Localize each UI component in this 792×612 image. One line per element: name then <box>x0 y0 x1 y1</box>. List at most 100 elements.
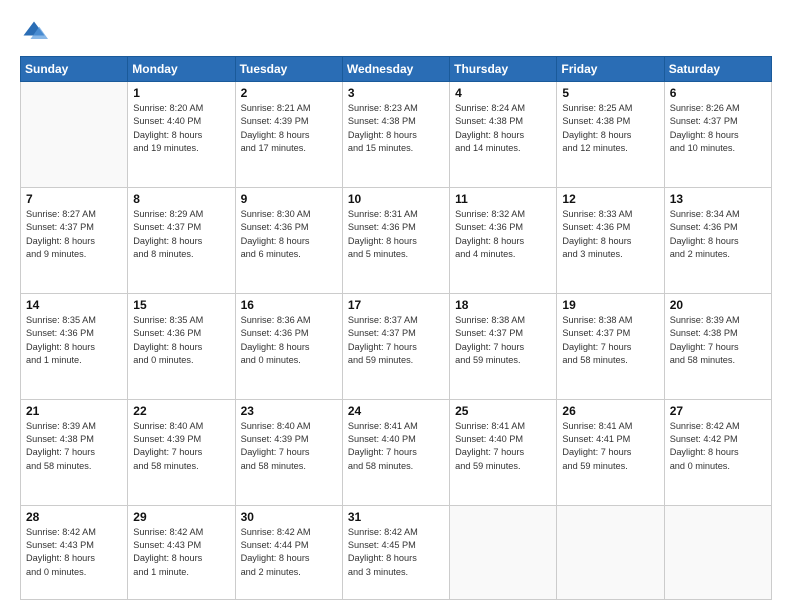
calendar-cell: 5Sunrise: 8:25 AM Sunset: 4:38 PM Daylig… <box>557 82 664 188</box>
day-number: 10 <box>348 192 444 206</box>
header <box>20 18 772 46</box>
day-info: Sunrise: 8:38 AM Sunset: 4:37 PM Dayligh… <box>562 314 658 367</box>
day-number: 5 <box>562 86 658 100</box>
day-info: Sunrise: 8:33 AM Sunset: 4:36 PM Dayligh… <box>562 208 658 261</box>
day-info: Sunrise: 8:40 AM Sunset: 4:39 PM Dayligh… <box>241 420 337 473</box>
day-info: Sunrise: 8:29 AM Sunset: 4:37 PM Dayligh… <box>133 208 229 261</box>
day-number: 9 <box>241 192 337 206</box>
day-number: 8 <box>133 192 229 206</box>
day-number: 29 <box>133 510 229 524</box>
calendar-cell: 19 Sunrise: 8:38 AM Sunset: 4:37 PM Dayli… <box>557 293 664 399</box>
day-info: Sunrise: 8:41 AM Sunset: 4:41 PM Dayligh… <box>562 420 658 473</box>
day-number: 13 <box>670 192 766 206</box>
calendar-cell: 11 Sunrise: 8:32 AM Sunset: 4:36 PM Dayli… <box>450 187 557 293</box>
day-number: 3 <box>348 86 444 100</box>
day-info: Sunrise: 8:38 AM Sunset: 4:37 PM Dayligh… <box>455 314 551 367</box>
day-info: Sunrise: 8:40 AM Sunset: 4:39 PM Dayligh… <box>133 420 229 473</box>
day-number: 25 <box>455 404 551 418</box>
day-number: 17 <box>348 298 444 312</box>
logo <box>20 18 52 46</box>
calendar-cell <box>557 505 664 599</box>
calendar-cell: 20Sunrise: 8:39 AM Sunset: 4:38 PM Dayli… <box>664 293 771 399</box>
day-info: Sunrise: 8:39 AM Sunset: 4:38 PM Dayligh… <box>26 420 122 473</box>
calendar-cell: 6 Sunrise: 8:26 AM Sunset: 4:37 PM Daylig… <box>664 82 771 188</box>
day-info: Sunrise: 8:39 AM Sunset: 4:38 PM Dayligh… <box>670 314 766 367</box>
day-number: 7 <box>26 192 122 206</box>
calendar-table: SundayMondayTuesdayWednesdayThursdayFrid… <box>20 56 772 600</box>
calendar-cell: 10 Sunrise: 8:31 AM Sunset: 4:36 PM Dayli… <box>342 187 449 293</box>
day-info: Sunrise: 8:41 AM Sunset: 4:40 PM Dayligh… <box>455 420 551 473</box>
calendar-cell: 21 Sunrise: 8:39 AM Sunset: 4:38 PM Dayli… <box>21 399 128 505</box>
calendar-cell: 13 Sunrise: 8:34 AM Sunset: 4:36 PM Dayli… <box>664 187 771 293</box>
day-number: 30 <box>241 510 337 524</box>
calendar-cell: 29 Sunrise: 8:42 AM Sunset: 4:43 PM Dayli… <box>128 505 235 599</box>
calendar-week-row: 7 Sunrise: 8:27 AM Sunset: 4:37 PM Daylig… <box>21 187 772 293</box>
day-info: Sunrise: 8:36 AM Sunset: 4:36 PM Dayligh… <box>241 314 337 367</box>
calendar-week-row: 14 Sunrise: 8:35 AM Sunset: 4:36 PM Dayli… <box>21 293 772 399</box>
day-number: 1 <box>133 86 229 100</box>
calendar-cell: 15Sunrise: 8:35 AM Sunset: 4:36 PM Dayli… <box>128 293 235 399</box>
calendar-cell <box>664 505 771 599</box>
page: SundayMondayTuesdayWednesdayThursdayFrid… <box>0 0 792 612</box>
day-info: Sunrise: 8:34 AM Sunset: 4:36 PM Dayligh… <box>670 208 766 261</box>
day-info: Sunrise: 8:31 AM Sunset: 4:36 PM Dayligh… <box>348 208 444 261</box>
calendar-cell: 26 Sunrise: 8:41 AM Sunset: 4:41 PM Dayli… <box>557 399 664 505</box>
calendar-cell: 25 Sunrise: 8:41 AM Sunset: 4:40 PM Dayli… <box>450 399 557 505</box>
weekday-header-wednesday: Wednesday <box>342 57 449 82</box>
day-number: 23 <box>241 404 337 418</box>
calendar-week-row: 28Sunrise: 8:42 AM Sunset: 4:43 PM Dayli… <box>21 505 772 599</box>
calendar-cell: 24 Sunrise: 8:41 AM Sunset: 4:40 PM Dayli… <box>342 399 449 505</box>
calendar-cell <box>450 505 557 599</box>
day-number: 19 <box>562 298 658 312</box>
day-number: 14 <box>26 298 122 312</box>
day-number: 22 <box>133 404 229 418</box>
day-info: Sunrise: 8:42 AM Sunset: 4:44 PM Dayligh… <box>241 526 337 579</box>
day-info: Sunrise: 8:26 AM Sunset: 4:37 PM Dayligh… <box>670 102 766 155</box>
calendar-cell <box>21 82 128 188</box>
day-number: 24 <box>348 404 444 418</box>
day-number: 2 <box>241 86 337 100</box>
day-info: Sunrise: 8:20 AM Sunset: 4:40 PM Dayligh… <box>133 102 229 155</box>
calendar-cell: 16 Sunrise: 8:36 AM Sunset: 4:36 PM Dayli… <box>235 293 342 399</box>
day-info: Sunrise: 8:42 AM Sunset: 4:43 PM Dayligh… <box>133 526 229 579</box>
day-number: 12 <box>562 192 658 206</box>
calendar-cell: 14 Sunrise: 8:35 AM Sunset: 4:36 PM Dayli… <box>21 293 128 399</box>
calendar-cell: 31Sunrise: 8:42 AM Sunset: 4:45 PM Dayli… <box>342 505 449 599</box>
weekday-header-monday: Monday <box>128 57 235 82</box>
day-info: Sunrise: 8:24 AM Sunset: 4:38 PM Dayligh… <box>455 102 551 155</box>
calendar-cell: 9Sunrise: 8:30 AM Sunset: 4:36 PM Daylig… <box>235 187 342 293</box>
day-info: Sunrise: 8:23 AM Sunset: 4:38 PM Dayligh… <box>348 102 444 155</box>
calendar-cell: 28Sunrise: 8:42 AM Sunset: 4:43 PM Dayli… <box>21 505 128 599</box>
day-number: 15 <box>133 298 229 312</box>
calendar-cell: 2 Sunrise: 8:21 AM Sunset: 4:39 PM Daylig… <box>235 82 342 188</box>
day-info: Sunrise: 8:27 AM Sunset: 4:37 PM Dayligh… <box>26 208 122 261</box>
day-number: 16 <box>241 298 337 312</box>
day-number: 18 <box>455 298 551 312</box>
calendar-cell: 23 Sunrise: 8:40 AM Sunset: 4:39 PM Dayli… <box>235 399 342 505</box>
calendar-cell: 7 Sunrise: 8:27 AM Sunset: 4:37 PM Daylig… <box>21 187 128 293</box>
day-number: 11 <box>455 192 551 206</box>
calendar-cell: 27Sunrise: 8:42 AM Sunset: 4:42 PM Dayli… <box>664 399 771 505</box>
day-info: Sunrise: 8:41 AM Sunset: 4:40 PM Dayligh… <box>348 420 444 473</box>
day-number: 21 <box>26 404 122 418</box>
calendar-week-row: 21 Sunrise: 8:39 AM Sunset: 4:38 PM Dayli… <box>21 399 772 505</box>
day-info: Sunrise: 8:37 AM Sunset: 4:37 PM Dayligh… <box>348 314 444 367</box>
calendar-cell: 30 Sunrise: 8:42 AM Sunset: 4:44 PM Dayli… <box>235 505 342 599</box>
day-number: 26 <box>562 404 658 418</box>
calendar-cell: 12 Sunrise: 8:33 AM Sunset: 4:36 PM Dayli… <box>557 187 664 293</box>
day-info: Sunrise: 8:32 AM Sunset: 4:36 PM Dayligh… <box>455 208 551 261</box>
calendar-cell: 22 Sunrise: 8:40 AM Sunset: 4:39 PM Dayli… <box>128 399 235 505</box>
day-info: Sunrise: 8:35 AM Sunset: 4:36 PM Dayligh… <box>26 314 122 367</box>
day-info: Sunrise: 8:42 AM Sunset: 4:42 PM Dayligh… <box>670 420 766 473</box>
day-number: 6 <box>670 86 766 100</box>
calendar-cell: 1 Sunrise: 8:20 AM Sunset: 4:40 PM Daylig… <box>128 82 235 188</box>
day-info: Sunrise: 8:42 AM Sunset: 4:43 PM Dayligh… <box>26 526 122 579</box>
weekday-header-saturday: Saturday <box>664 57 771 82</box>
calendar-cell: 8 Sunrise: 8:29 AM Sunset: 4:37 PM Daylig… <box>128 187 235 293</box>
calendar-cell: 4Sunrise: 8:24 AM Sunset: 4:38 PM Daylig… <box>450 82 557 188</box>
weekday-header-sunday: Sunday <box>21 57 128 82</box>
day-info: Sunrise: 8:21 AM Sunset: 4:39 PM Dayligh… <box>241 102 337 155</box>
logo-icon <box>20 18 48 46</box>
calendar-cell: 17 Sunrise: 8:37 AM Sunset: 4:37 PM Dayli… <box>342 293 449 399</box>
calendar-header-row: SundayMondayTuesdayWednesdayThursdayFrid… <box>21 57 772 82</box>
